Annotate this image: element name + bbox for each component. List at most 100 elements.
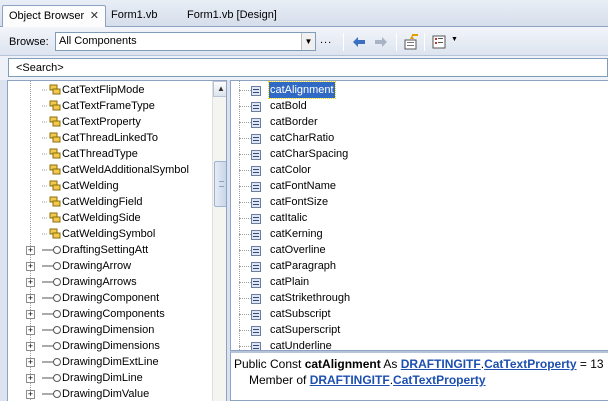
member-item-label: catBorder <box>270 116 318 128</box>
tree-item-label: CatTextFrameType <box>62 100 155 112</box>
tree-vertical-scrollbar[interactable]: ▲ <box>212 81 226 401</box>
tree-item[interactable]: + DrawingComponent <box>8 290 213 306</box>
browse-scope-select[interactable]: All Components ▼ <box>55 32 316 51</box>
member-item[interactable]: catParagraph <box>231 258 608 274</box>
member-item[interactable]: catUnderline <box>231 338 608 350</box>
tree-item[interactable]: CatTextProperty <box>8 114 213 130</box>
members-list-pane[interactable]: catAlignment catBold catBorder catCharRatio… <box>230 80 608 351</box>
tree-item[interactable]: + DrawingDimValue <box>8 386 213 401</box>
scroll-up-arrow-icon[interactable]: ▲ <box>213 81 226 97</box>
tree-item[interactable]: CatThreadLinkedTo <box>8 130 213 146</box>
tree-item[interactable]: CatWelding <box>8 178 213 194</box>
tree-item-label: DraftingSettingAtt <box>62 244 149 256</box>
tree-item[interactable]: + DrawingArrows <box>8 274 213 290</box>
tree-item[interactable]: + DrawingDimensions <box>8 338 213 354</box>
tree-item-label: CatThreadLinkedTo <box>62 132 159 144</box>
interface-icon <box>42 291 62 305</box>
tree-item-label: CatWeldAdditionalSymbol <box>62 164 189 176</box>
search-bar <box>0 56 608 80</box>
search-input[interactable] <box>8 58 608 77</box>
tree-item[interactable]: + DrawingArrow <box>8 258 213 274</box>
tree-item[interactable]: CatWeldingSymbol <box>8 226 213 242</box>
tab-object-browser[interactable]: Object Browser ✕ <box>2 5 106 27</box>
parent-library-link[interactable]: DRAFTINGITF <box>310 373 390 387</box>
tree-item[interactable]: CatWeldingSide <box>8 210 213 226</box>
close-icon[interactable]: ✕ <box>90 6 99 26</box>
tab-form1-vb[interactable]: Form1.vb <box>111 5 157 27</box>
tree-item-label: CatWeldingField <box>62 196 143 208</box>
tree-connector <box>239 314 251 315</box>
member-item[interactable]: catPlain <box>231 274 608 290</box>
expand-plus-icon[interactable]: + <box>26 262 35 271</box>
settings-dropdown-chevron-icon[interactable]: ▼ <box>451 36 458 43</box>
member-item[interactable]: catBorder <box>231 114 608 130</box>
tree-item[interactable]: CatWeldAdditionalSymbol <box>8 162 213 178</box>
tree-item[interactable]: CatWeldingField <box>8 194 213 210</box>
object-browser-settings-icon[interactable] <box>432 34 448 50</box>
member-item-label: catColor <box>270 164 311 176</box>
back-arrow-icon[interactable] <box>351 34 367 50</box>
tree-item[interactable]: + DrawingDimLine <box>8 370 213 386</box>
member-signature: Public Const catAlignment As DRAFTINGITF… <box>234 357 604 371</box>
tab-form1-design-label: Form1.vb [Design] <box>187 9 277 21</box>
member-item[interactable]: catKerning <box>231 226 608 242</box>
scrollbar-thumb[interactable] <box>214 161 226 207</box>
member-item[interactable]: catFontSize <box>231 194 608 210</box>
member-item[interactable]: catOverline <box>231 242 608 258</box>
tree-item[interactable]: + DraftingSettingAtt <box>8 242 213 258</box>
tree-item[interactable]: + DrawingDimExtLine <box>8 354 213 370</box>
tab-form1-design[interactable]: Form1.vb [Design] <box>187 5 277 27</box>
member-item-label: catCharSpacing <box>270 148 349 160</box>
enum-icon <box>42 195 62 209</box>
expand-plus-icon[interactable]: + <box>26 246 35 255</box>
tree-item-label: DrawingDimensions <box>62 340 160 352</box>
chevron-down-icon[interactable]: ▼ <box>301 33 315 50</box>
browse-scope-value: All Components <box>59 35 137 47</box>
interface-icon <box>42 275 62 289</box>
forward-arrow-icon[interactable] <box>373 34 389 50</box>
tree-item[interactable]: CatTextFlipMode <box>8 82 213 98</box>
type-link[interactable]: CatTextProperty <box>484 357 576 371</box>
tree-connector <box>239 282 251 283</box>
expand-plus-icon[interactable]: + <box>26 294 35 303</box>
edit-custom-component-set-button[interactable]: ... <box>320 34 336 46</box>
library-link[interactable]: DRAFTINGITF <box>401 357 481 371</box>
member-item-label: catKerning <box>270 228 323 240</box>
member-item[interactable]: catColor <box>231 162 608 178</box>
expand-plus-icon[interactable]: + <box>26 358 35 367</box>
enum-member-icon <box>251 213 261 224</box>
tree-item[interactable]: + DrawingDimension <box>8 322 213 338</box>
tree-item[interactable]: CatThreadType <box>8 146 213 162</box>
member-item[interactable]: catFontName <box>231 178 608 194</box>
tree-item-label: DrawingComponents <box>62 308 165 320</box>
expand-plus-icon[interactable]: + <box>26 278 35 287</box>
member-item[interactable]: catSubscript <box>231 306 608 322</box>
signature-value: = 13 <box>576 357 604 371</box>
tree-item-label: CatWeldingSymbol <box>62 228 156 240</box>
tree-item-label: CatWeldingSide <box>62 212 141 224</box>
tree-connector <box>239 218 251 219</box>
parent-type-link[interactable]: CatTextProperty <box>393 373 485 387</box>
enum-member-icon <box>251 229 261 240</box>
tree-item-label: DrawingArrow <box>62 260 132 272</box>
member-item[interactable]: catBold <box>231 98 608 114</box>
expand-plus-icon[interactable]: + <box>26 342 35 351</box>
member-item-label: catStrikethrough <box>270 292 351 304</box>
member-item[interactable]: catSuperscript <box>231 322 608 338</box>
expand-plus-icon[interactable]: + <box>26 326 35 335</box>
expand-plus-icon[interactable]: + <box>26 390 35 399</box>
objects-tree-pane[interactable]: CatTextFlipMode CatTextFrameType CatTextPr… <box>7 80 227 401</box>
tree-item-label: CatThreadType <box>62 148 138 160</box>
expand-plus-icon[interactable]: + <box>26 374 35 383</box>
member-item[interactable]: catAlignment <box>231 81 608 99</box>
member-item[interactable]: catCharSpacing <box>231 146 608 162</box>
tree-item[interactable]: CatTextFrameType <box>8 98 213 114</box>
expand-plus-icon[interactable]: + <box>26 310 35 319</box>
member-item[interactable]: catStrikethrough <box>231 290 608 306</box>
enum-member-icon <box>251 309 261 320</box>
enum-member-icon <box>251 261 261 272</box>
member-item[interactable]: catItalic <box>231 210 608 226</box>
member-item[interactable]: catCharRatio <box>231 130 608 146</box>
tree-item[interactable]: + DrawingComponents <box>8 306 213 322</box>
add-to-references-icon[interactable] <box>403 34 419 50</box>
